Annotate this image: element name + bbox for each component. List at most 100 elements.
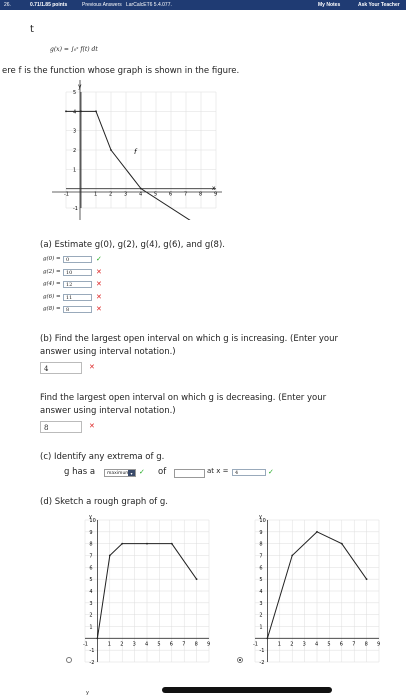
part-a-label: g(6) =	[43, 293, 61, 300]
y-tick-label: 2	[259, 613, 262, 619]
x-tick-label: 9	[377, 641, 380, 647]
y-tick-label: 4	[73, 109, 76, 115]
ask-teacher-button[interactable]: Ask Your Teacher	[358, 2, 400, 8]
x-tick-label: 8	[199, 192, 202, 198]
sketch-option-1-radio[interactable]	[66, 657, 72, 663]
part-b-prompt-line2: answer using interval notation.)	[40, 347, 176, 357]
extremum-type-value: maximum	[107, 471, 130, 476]
data-point	[80, 110, 82, 113]
y-tick-label: 5	[259, 577, 262, 583]
data-point	[146, 542, 148, 545]
y-tick-label: 1	[89, 625, 92, 631]
wrong-icon: ✕	[96, 305, 102, 313]
extremum-type-select[interactable]: maximum ▾	[104, 469, 136, 477]
points: 0.71/1.85 points	[30, 2, 68, 8]
x-tick-label: 3	[303, 641, 306, 647]
of-text: of	[158, 467, 167, 477]
top-bar: 26. 0.71/1.85 points Previous Answers La…	[0, 0, 406, 10]
part-a-input[interactable]: 0	[63, 256, 92, 263]
x-tick-label: 4	[139, 192, 142, 198]
data-point	[340, 542, 343, 545]
at-x-text: at x =	[207, 467, 229, 475]
y-tick-label: 4	[259, 589, 262, 595]
y-tick-label: -1	[73, 206, 78, 212]
y-tick-label: 5	[89, 577, 92, 583]
sketch-option-2-radio[interactable]	[237, 657, 243, 663]
data-point	[96, 637, 99, 640]
data-point	[316, 530, 318, 533]
wrong-icon: ✕	[96, 292, 102, 301]
x-tick-label: 9	[207, 641, 210, 647]
decreasing-wrong-icon: ✕	[89, 422, 95, 430]
g-sketch-option-1: y -1 1 2 3 4 5 6 7 8 910987654321-1-2	[83, 514, 210, 664]
extremum-location-input[interactable]: 4	[232, 469, 266, 476]
my-notes-button[interactable]: My Notes	[318, 2, 340, 8]
y-tick-label: 10	[89, 518, 95, 524]
f-y-axis-label: y	[78, 83, 82, 90]
x-tick-label: 1	[108, 641, 111, 647]
next-graph-y-label: y	[86, 690, 89, 696]
formula: g(x) = ∫₀ˣ f(t) dt	[50, 46, 98, 53]
x-tick-label: 7	[182, 641, 185, 647]
series-line	[66, 110, 191, 220]
data-point	[195, 578, 198, 581]
t-letter: t	[30, 24, 34, 35]
y-tick-label: 5	[73, 90, 76, 96]
x-tick-label: 6	[340, 641, 343, 647]
x-tick-label: 1	[94, 192, 97, 198]
x-tick-label: 2	[109, 192, 112, 198]
y-tick-label: 8	[89, 542, 92, 548]
y-tick-label: 10	[259, 518, 265, 524]
problem-intro: ere f is the function whose graph is sho…	[2, 66, 240, 76]
question-number: 26.	[4, 2, 11, 8]
x-tick-label: 8	[195, 641, 198, 647]
y-tick-label: 3	[259, 601, 262, 607]
x-tick-label: 5	[327, 641, 330, 647]
y-tick-label: 7	[89, 554, 92, 560]
x-tick-label: 4	[145, 641, 148, 647]
y-tick-label: -2	[259, 660, 264, 664]
data-point	[266, 637, 269, 640]
y-tick-label: 9	[259, 530, 262, 536]
part-a-input[interactable]: 11	[63, 293, 92, 301]
g-sketch-option-2: y -1 1 2 3 4 5 6 7 8 910987654321-1-2	[253, 514, 380, 664]
part-a-input[interactable]: 8	[63, 306, 92, 313]
data-point	[140, 187, 142, 190]
part-a-input[interactable]: 10	[63, 268, 92, 276]
part-b-prompt-line1: (b) Find the largest open interval on wh…	[40, 334, 338, 344]
data-point	[110, 149, 112, 151]
x-tick-label: 2	[290, 641, 293, 647]
decreasing-interval-input[interactable]: 8	[40, 421, 82, 433]
x-tick-label: -1	[253, 641, 258, 647]
y-tick-label: 2	[89, 613, 92, 619]
part-a-input[interactable]: 12	[63, 281, 92, 288]
part-a-label: g(8) =	[43, 306, 61, 312]
problem-code: LarCalcET6 5.4.077.	[126, 2, 172, 8]
part-a-label: g(0) =	[43, 256, 61, 262]
x-tick-label: 7	[352, 641, 355, 647]
x-tick-label: 9	[214, 192, 217, 198]
increasing-wrong-icon: ✕	[89, 363, 95, 371]
part-a-prompt: (a) Estimate g(0), g(2), g(4), g(6), and…	[40, 240, 225, 250]
x-tick-label: 7	[184, 192, 187, 198]
y-tick-label: 2	[73, 148, 76, 154]
wrong-icon: ✕	[96, 280, 102, 288]
previous-answers-link[interactable]: Previous Answers	[82, 2, 122, 8]
x-tick-label: 5	[157, 641, 160, 647]
x-tick-label: 3	[133, 641, 136, 647]
extremum-value-input[interactable]	[174, 469, 205, 478]
y-tick-label: 3	[89, 601, 92, 607]
y-tick-label: 1	[259, 625, 262, 631]
location-correct-icon: ✓	[268, 468, 274, 476]
horizontal-scrollbar[interactable]	[162, 687, 332, 693]
y-tick-label: 6	[259, 565, 262, 571]
data-point	[108, 554, 111, 557]
y-tick-label: 9	[89, 530, 92, 536]
x-tick-label: -1	[64, 192, 69, 198]
increasing-interval-input[interactable]: 4	[40, 362, 82, 374]
data-point	[95, 110, 97, 113]
x-tick-label: 3	[124, 192, 127, 198]
y-tick-label: 8	[259, 542, 262, 548]
y-tick-label: 1	[73, 167, 76, 173]
y-tick-label: -1	[259, 648, 264, 654]
